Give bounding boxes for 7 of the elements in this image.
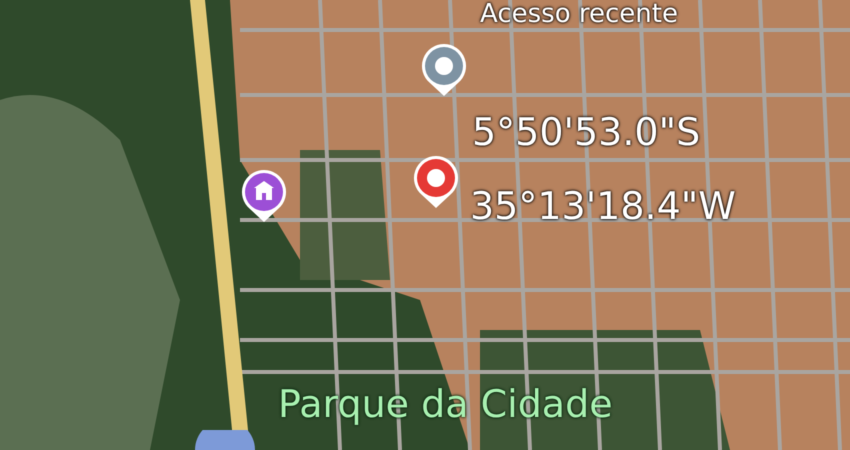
building-pin-icon[interactable] <box>240 168 288 224</box>
place-label: Acesso recente <box>480 0 678 29</box>
location-marker-icon[interactable] <box>195 430 255 450</box>
coordinate-label: 5°50'53.0"S <box>472 112 700 154</box>
coordinate-label: 35°13'18.4"W <box>470 186 736 228</box>
map-pin-icon[interactable] <box>412 154 460 210</box>
map-pin-icon[interactable] <box>420 42 468 98</box>
